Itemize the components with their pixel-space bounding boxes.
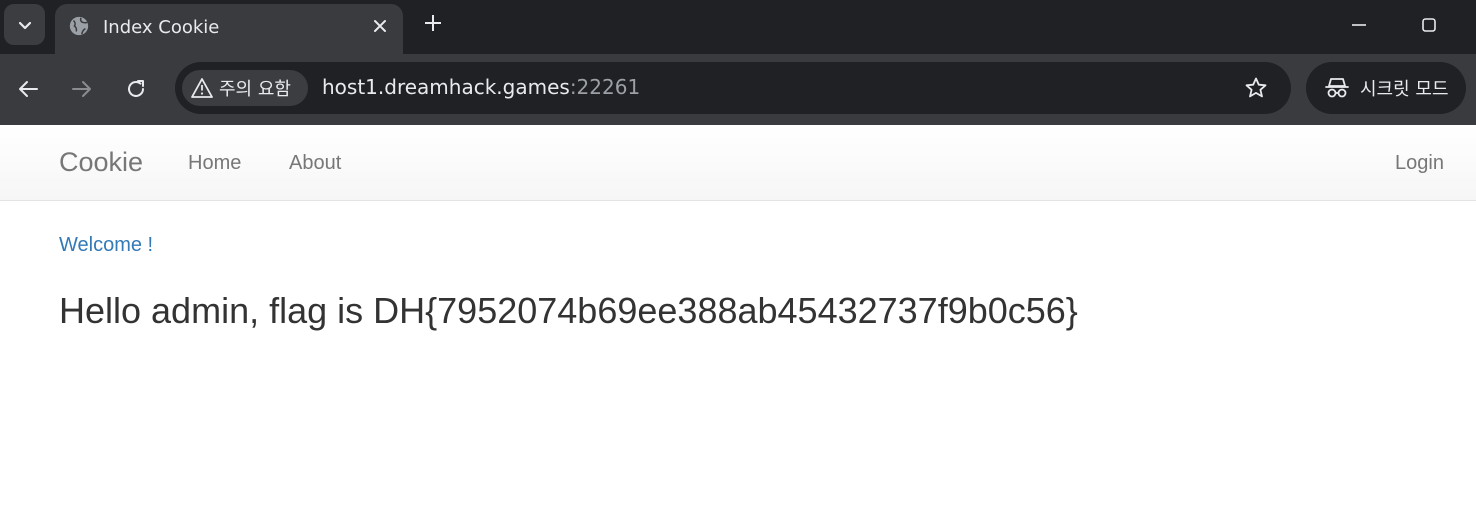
- url-text[interactable]: host1.dreamhack.games:22261: [322, 75, 640, 99]
- browser-tab[interactable]: Index Cookie: [55, 4, 403, 54]
- welcome-text: Welcome !: [59, 234, 154, 256]
- site-brand-link[interactable]: Cookie: [59, 147, 143, 178]
- globe-icon: [69, 16, 89, 36]
- maximize-button[interactable]: [1416, 12, 1442, 38]
- reload-button[interactable]: [122, 75, 150, 103]
- nav-link-about[interactable]: About: [289, 152, 341, 175]
- incognito-icon: [1325, 78, 1349, 98]
- incognito-indicator[interactable]: 시크릿 모드: [1306, 62, 1466, 114]
- security-chip-label: 주의 요함: [219, 79, 291, 100]
- chevron-down-icon: [18, 21, 31, 29]
- arrow-right-icon: [72, 81, 91, 97]
- star-icon: [1245, 77, 1267, 98]
- incognito-label: 시크릿 모드: [1360, 79, 1449, 100]
- minimize-icon: [1352, 24, 1366, 26]
- flag-message: Hello admin, flag is DH{7952074b69ee388a…: [59, 290, 1078, 331]
- new-tab-button[interactable]: [420, 10, 446, 36]
- tab-search-button[interactable]: [4, 4, 45, 45]
- security-chip[interactable]: 주의 요함: [182, 70, 308, 106]
- tab-title: Index Cookie: [103, 17, 220, 38]
- plus-icon: [425, 15, 441, 31]
- address-bar[interactable]: 주의 요함 host1.dreamhack.games:22261: [175, 62, 1291, 114]
- browser-toolbar: 주의 요함 host1.dreamhack.games:22261 시크릿 모드: [0, 54, 1476, 125]
- warning-icon: [191, 78, 213, 98]
- nav-link-home[interactable]: Home: [188, 152, 241, 175]
- reload-icon: [128, 80, 144, 97]
- close-icon: [374, 20, 386, 32]
- maximize-icon: [1422, 18, 1436, 32]
- bookmark-button[interactable]: [1242, 74, 1270, 102]
- site-navbar: Cookie Home About Login: [0, 125, 1476, 201]
- tab-close-button[interactable]: [368, 14, 392, 38]
- browser-tab-strip: Index Cookie: [0, 0, 1476, 54]
- forward-button[interactable]: [68, 75, 96, 103]
- back-button[interactable]: [14, 75, 42, 103]
- url-port: :22261: [569, 75, 641, 99]
- nav-link-login[interactable]: Login: [1395, 152, 1444, 175]
- arrow-left-icon: [19, 81, 38, 97]
- url-host: host1.dreamhack.games: [322, 75, 570, 99]
- minimize-button[interactable]: [1346, 12, 1372, 38]
